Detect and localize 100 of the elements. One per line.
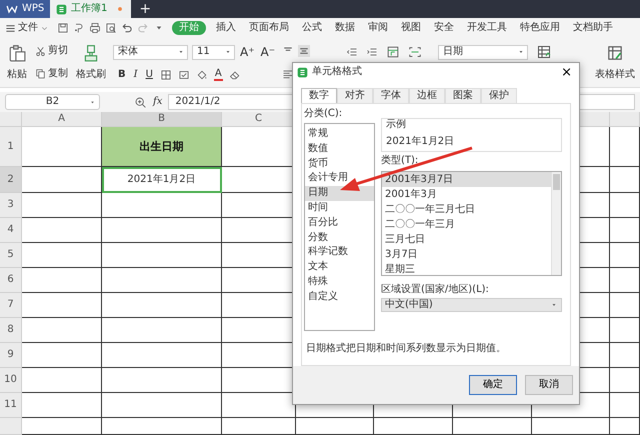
column-header[interactable]: B	[102, 112, 222, 127]
borders-icon[interactable]	[160, 68, 172, 80]
table-cell[interactable]	[22, 243, 102, 268]
row-header[interactable]: 9	[0, 343, 22, 368]
type-item[interactable]: 星期三	[382, 262, 551, 277]
table-cell[interactable]	[22, 318, 102, 343]
column-header[interactable]: A	[22, 112, 102, 127]
print-preview-icon[interactable]	[105, 22, 117, 34]
menu-tab[interactable]: 公式	[299, 21, 325, 35]
table-cell[interactable]	[22, 167, 102, 193]
type-item[interactable]: 二〇〇一年三月七日	[382, 202, 551, 217]
table-cell[interactable]	[296, 418, 374, 435]
type-item[interactable]: 2001年3月	[382, 187, 551, 202]
dialog-tab[interactable]: 边框	[409, 88, 445, 103]
row-header[interactable]: 7	[0, 293, 22, 318]
table-style-button[interactable]: 表格样式	[594, 69, 636, 82]
table-style-icon[interactable]	[606, 44, 624, 62]
menu-tab[interactable]: 安全	[431, 21, 457, 35]
cancel-button[interactable]: 取消	[525, 375, 573, 395]
wrap-text-icon[interactable]	[386, 45, 400, 59]
table-cell[interactable]	[610, 218, 640, 243]
dialog-tab[interactable]: 对齐	[337, 88, 373, 103]
font-size-dropdown[interactable]: 11	[192, 44, 235, 60]
table-cell[interactable]	[374, 418, 453, 435]
type-item[interactable]: 三月七日	[382, 232, 551, 247]
table-cell[interactable]	[610, 243, 640, 268]
italic-button[interactable]: I	[132, 68, 139, 80]
underline-button[interactable]: U	[144, 68, 154, 80]
table-cell[interactable]	[610, 418, 640, 435]
row-header[interactable]: 2	[0, 167, 22, 193]
scrollbar[interactable]	[551, 172, 561, 275]
table-cell[interactable]	[610, 318, 640, 343]
increase-indent-icon[interactable]	[366, 46, 378, 58]
app-menu-button[interactable]: WPS	[0, 0, 50, 18]
category-item[interactable]: 数值	[305, 142, 374, 157]
close-button[interactable]: ×	[558, 66, 575, 78]
category-item[interactable]: 日期	[305, 186, 374, 201]
menu-tab[interactable]: 插入	[213, 21, 239, 35]
table-cell[interactable]	[222, 418, 296, 435]
font-name-dropdown[interactable]: 宋体	[113, 44, 188, 60]
table-cell[interactable]	[610, 393, 640, 418]
menu-tab[interactable]: 视图	[398, 21, 424, 35]
category-item[interactable]: 百分比	[305, 216, 374, 231]
copy-button[interactable]: 复制	[34, 68, 69, 80]
table-cell[interactable]	[22, 193, 102, 218]
category-item[interactable]: 货币	[305, 156, 374, 172]
table-cell[interactable]	[22, 293, 102, 318]
table-cell[interactable]	[610, 193, 640, 218]
row-header[interactable]: 8	[0, 318, 22, 343]
font-color-button[interactable]: A	[214, 68, 223, 80]
align-left-icon[interactable]	[282, 68, 294, 80]
category-item[interactable]: 分数	[305, 230, 374, 246]
table-cell[interactable]	[102, 218, 222, 243]
table-cell[interactable]	[610, 167, 640, 193]
quick-access-icon[interactable]	[73, 22, 85, 34]
print-icon[interactable]	[89, 22, 101, 34]
table-cell[interactable]: 2021年1月2日	[102, 167, 222, 193]
table-cell[interactable]	[102, 268, 222, 293]
row-header[interactable]: 11	[0, 393, 22, 418]
table-cell[interactable]	[102, 393, 222, 418]
grow-font-button[interactable]: A⁺	[239, 44, 256, 60]
dialog-tab[interactable]: 字体	[373, 88, 409, 103]
table-cell[interactable]	[102, 243, 222, 268]
row-header[interactable]: 1	[0, 127, 22, 167]
menu-tab[interactable]: 数据	[332, 21, 358, 35]
format-painter-button[interactable]: 格式刷	[75, 69, 107, 82]
table-cell[interactable]	[102, 418, 222, 435]
table-cell[interactable]	[610, 343, 640, 368]
shrink-font-button[interactable]: A⁻	[260, 44, 276, 60]
category-item[interactable]: 常规	[305, 127, 374, 142]
table-cell[interactable]	[22, 368, 102, 393]
type-item[interactable]: 二〇〇一年三月	[382, 217, 551, 232]
table-cell[interactable]	[102, 193, 222, 218]
table-cell[interactable]	[22, 268, 102, 293]
dialog-tab[interactable]: 数字	[301, 88, 337, 103]
category-item[interactable]: 科学记数	[305, 245, 374, 260]
table-cell[interactable]	[102, 293, 222, 318]
menu-tab[interactable]: 页面布局	[246, 21, 292, 35]
table-cell[interactable]	[102, 318, 222, 343]
save-icon[interactable]	[57, 22, 69, 34]
align-middle-icon[interactable]	[298, 45, 310, 58]
eraser-icon[interactable]	[228, 68, 241, 80]
table-cell[interactable]	[22, 393, 102, 418]
file-menu[interactable]: 文件	[4, 22, 50, 34]
decrease-indent-icon[interactable]	[346, 46, 358, 58]
cut-button[interactable]: 剪切	[34, 45, 69, 58]
table-cell[interactable]	[22, 343, 102, 368]
menu-tab[interactable]: 开发工具	[464, 21, 510, 35]
locale-dropdown[interactable]: 中文(中国)	[381, 298, 562, 312]
undo-icon[interactable]	[121, 22, 133, 34]
document-tab[interactable]: 工作簿1	[50, 0, 132, 18]
menu-tab[interactable]: 审阅	[365, 21, 391, 35]
table-cell[interactable]	[532, 418, 610, 435]
zoom-icon[interactable]	[134, 96, 147, 108]
menu-tab[interactable]: 文档助手	[570, 21, 616, 35]
brush-icon[interactable]	[82, 44, 100, 62]
category-item[interactable]: 会计专用	[305, 171, 374, 186]
category-item[interactable]: 时间	[305, 200, 374, 216]
row-header[interactable]: 3	[0, 193, 22, 218]
table-cell[interactable]	[610, 293, 640, 318]
